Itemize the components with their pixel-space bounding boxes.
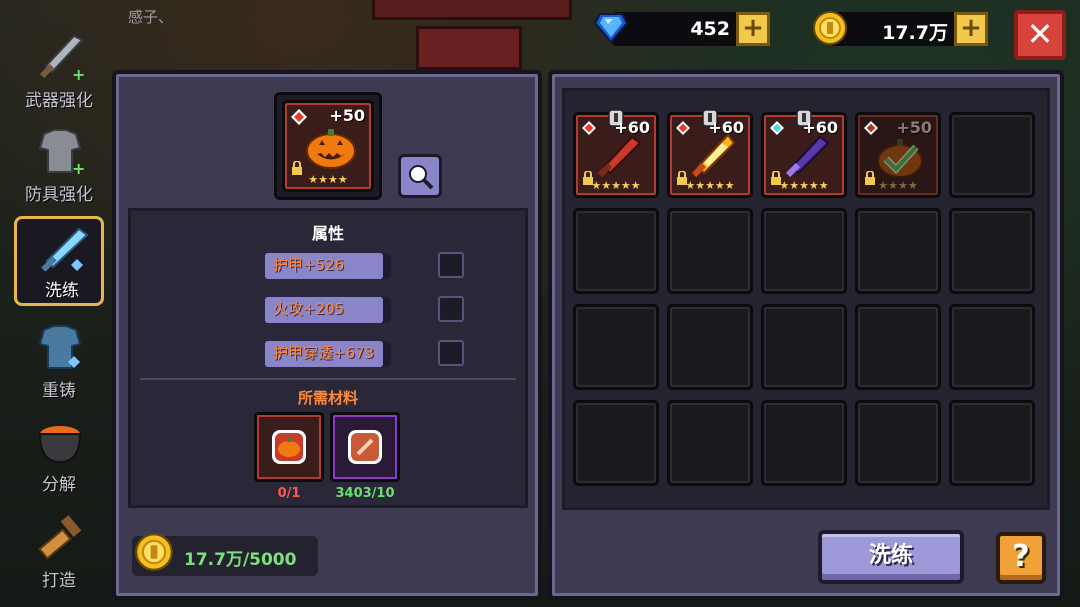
background-table [372, 0, 572, 20]
empty-inventory-slot[interactable] [761, 304, 847, 390]
empty-inventory-slot[interactable] [573, 208, 659, 294]
cauldron-icon [38, 426, 82, 464]
empty-inventory-slot[interactable] [855, 208, 941, 294]
nav-label: 洗练 [45, 281, 79, 301]
material-count: 3403/10 [335, 486, 395, 501]
nav-refine[interactable]: 洗练 [14, 216, 104, 306]
nav-label: 分解 [42, 475, 76, 495]
nav-craft[interactable]: 打造 [14, 506, 104, 596]
inventory-item[interactable]: +50 ★★★★ [855, 112, 941, 198]
nav-armor-enhance[interactable]: + 防具强化 [14, 120, 104, 210]
empty-inventory-slot[interactable] [761, 208, 847, 294]
svg-text:+: + [72, 65, 85, 84]
inspect-button[interactable] [398, 154, 442, 198]
empty-inventory-slot[interactable] [855, 304, 941, 390]
close-button[interactable]: ✕ [1014, 10, 1066, 60]
pumpkin-armor-icon [877, 139, 923, 178]
nav-reforge[interactable]: 重铸 [14, 316, 104, 406]
blue-armor-icon [38, 325, 82, 369]
ore-material-icon [348, 430, 382, 464]
nav-decompose[interactable]: 分解 [14, 410, 104, 500]
fire-element-icon [291, 109, 307, 125]
inventory-item[interactable]: +60 ★★★★★ [761, 109, 847, 198]
coin-icon [813, 11, 847, 45]
sword-fire-icon [691, 133, 736, 178]
cost-amount: 17.7万/5000 [184, 550, 297, 570]
materials-title: 所需材料 [297, 389, 358, 407]
empty-inventory-slot[interactable] [573, 400, 659, 486]
item-stars: ★★★★★ [591, 179, 641, 192]
item-stars: ★★★★★ [685, 179, 735, 192]
lock-attribute-checkbox[interactable] [438, 340, 464, 366]
attribute-armor: 护甲+526 [262, 250, 394, 282]
selected-item-slot[interactable]: +50 ★★★★ [282, 100, 374, 192]
sword-icon: + [39, 34, 85, 84]
nav-label: 打造 [42, 571, 76, 591]
add-gold-button[interactable]: + [954, 12, 988, 46]
empty-inventory-slot[interactable] [761, 400, 847, 486]
inventory-item[interactable]: +60 ★★★★★ [573, 109, 659, 198]
magnifier-icon [409, 165, 434, 190]
attribute-armor-pierce: 护甲穿透+673 [262, 338, 394, 370]
item-stars: ★★★★ [308, 173, 348, 186]
lock-attribute-checkbox[interactable] [438, 252, 464, 278]
nav-label: 重铸 [42, 381, 76, 401]
pumpkin-material-icon [272, 430, 306, 464]
item-stars: ★★★★★ [779, 179, 829, 192]
attributes-title: 属性 [311, 224, 344, 243]
gem-counter: 452 + [612, 12, 770, 46]
empty-inventory-slot[interactable] [667, 304, 753, 390]
player-name: 感子、 [128, 8, 174, 26]
refine-button[interactable]: 洗练 [818, 530, 964, 584]
sword-red-icon [597, 135, 642, 178]
gem-icon [594, 13, 628, 44]
gem-amount: 452 [690, 18, 730, 40]
inventory-item[interactable]: +60 ★★★★★ [667, 109, 753, 198]
hammer-icon [38, 515, 82, 560]
pumpkin-icon [306, 129, 356, 169]
nav-weapon-enhance[interactable]: + 武器强化 [14, 26, 104, 116]
lock-attribute-checkbox[interactable] [438, 296, 464, 322]
empty-inventory-slot[interactable] [855, 400, 941, 486]
help-button[interactable]: ? [996, 532, 1046, 584]
add-gems-button[interactable]: + [736, 12, 770, 46]
empty-inventory-slot[interactable] [949, 400, 1035, 486]
empty-inventory-slot[interactable] [667, 208, 753, 294]
item-level: +50 [329, 106, 365, 125]
nav-label: 武器强化 [25, 91, 93, 111]
material-slot[interactable] [254, 412, 324, 482]
gold-amount: 17.7万 [882, 22, 948, 44]
crystal-sword-icon [41, 227, 89, 272]
empty-inventory-slot[interactable] [949, 112, 1035, 198]
empty-inventory-slot[interactable] [949, 208, 1035, 294]
coin-icon [135, 533, 173, 571]
item-stars: ★★★★ [878, 179, 918, 192]
gold-counter: 17.7万 + [830, 12, 988, 46]
empty-inventory-slot[interactable] [949, 304, 1035, 390]
svg-text:+: + [72, 159, 85, 178]
empty-inventory-slot[interactable] [667, 400, 753, 486]
background-rug [416, 26, 522, 70]
nav-label: 防具强化 [25, 185, 93, 205]
armor-icon: + [38, 129, 85, 178]
sword-purple-icon [785, 135, 830, 178]
empty-inventory-slot[interactable] [573, 304, 659, 390]
material-slot[interactable] [330, 412, 400, 482]
divider [140, 378, 516, 380]
attribute-fire-attack: 火攻+205 [262, 294, 394, 326]
